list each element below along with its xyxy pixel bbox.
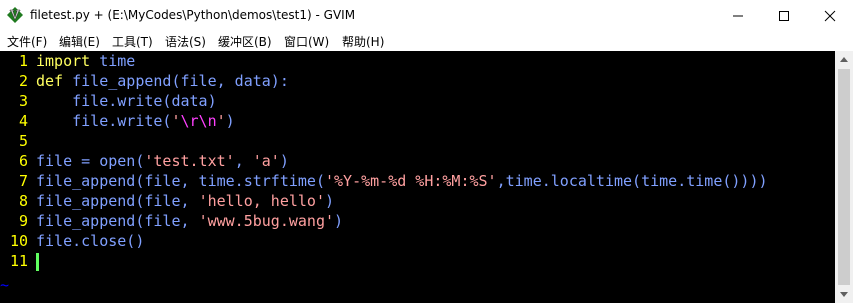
- code-token: ': [216, 112, 226, 130]
- line-number: 8: [18, 192, 28, 210]
- code-token: 'hello, hello': [198, 192, 325, 210]
- code-text: def file_append(file, data):: [36, 71, 289, 91]
- code-token: ): [334, 212, 344, 230]
- code-line[interactable]: 8 file_append(file, 'hello, hello'): [0, 191, 334, 211]
- code-token: ,time.localtime(time.time()))): [496, 172, 768, 190]
- code-text: import time: [36, 51, 135, 71]
- minimize-button[interactable]: [715, 0, 761, 31]
- code-text: file.close(): [36, 231, 144, 251]
- menu-buffers[interactable]: 缓冲区(B): [218, 33, 272, 50]
- close-button[interactable]: [807, 0, 853, 31]
- code-token: file.write(data): [36, 92, 217, 110]
- code-token: file_append(file,: [36, 212, 199, 230]
- code-token: ): [279, 152, 289, 170]
- menu-help[interactable]: 帮助(H): [342, 33, 384, 50]
- code-token: file.close(): [36, 232, 145, 250]
- line-number: 1: [18, 52, 28, 70]
- code-token: import: [36, 52, 91, 70]
- code-token: ': [171, 112, 181, 130]
- line-number: 10: [9, 232, 28, 250]
- editor-text-area[interactable]: 1 import time 2 def file_append(file, data)…: [0, 51, 835, 303]
- code-text: file_append(file, 'hello, hello'): [36, 191, 334, 211]
- code-line[interactable]: 4 file.write('\r\n'): [0, 111, 235, 131]
- line-number: 7: [18, 172, 28, 190]
- code-text: file.write('\r\n'): [36, 111, 235, 131]
- vertical-scrollbar[interactable]: [835, 51, 853, 303]
- code-token: '%Y-%m-%d %H:%M:%S': [324, 172, 497, 190]
- code-token: ): [225, 112, 235, 130]
- scrollbar-thumb[interactable]: [838, 69, 850, 285]
- code-token: \r\n: [180, 112, 217, 130]
- menu-file[interactable]: 文件(F): [7, 33, 47, 50]
- code-token: 'a': [252, 152, 280, 170]
- code-line[interactable]: 7 file_append(file, time.strftime('%Y-%m-…: [0, 171, 768, 191]
- line-number: 3: [18, 92, 28, 110]
- menu-bar: 文件(F) 编辑(E) 工具(T) 语法(S) 缓冲区(B) 窗口(W) 帮助(…: [0, 31, 853, 51]
- code-token: time: [90, 52, 136, 70]
- menu-window[interactable]: 窗口(W): [284, 33, 329, 50]
- line-number: 6: [18, 152, 28, 170]
- title-bar: filetest.py + (E:\MyCodes\Python\demos\t…: [0, 0, 853, 31]
- code-text: [36, 251, 39, 271]
- code-line[interactable]: 1 import time: [0, 51, 135, 71]
- code-token: file.write(: [36, 112, 172, 130]
- line-number: 5: [18, 132, 28, 150]
- code-text: file_append(file, time.strftime('%Y-%m-%…: [36, 171, 768, 191]
- gvim-icon: [7, 7, 23, 23]
- code-text: file.write(data): [36, 91, 217, 111]
- menu-syntax[interactable]: 语法(S): [165, 33, 206, 50]
- window-title: filetest.py + (E:\MyCodes\Python\demos\t…: [30, 8, 356, 22]
- line-number: 4: [18, 112, 28, 130]
- code-line[interactable]: 10 file.close(): [0, 231, 144, 251]
- text-cursor: [36, 252, 39, 271]
- code-line[interactable]: 9 file_append(file, 'www.5bug.wang'): [0, 211, 343, 231]
- code-line[interactable]: 11: [0, 251, 39, 271]
- close-icon: [824, 10, 836, 22]
- code-line[interactable]: 2 def file_append(file, data):: [0, 71, 289, 91]
- minimize-icon: [733, 15, 743, 17]
- scroll-down-arrow-icon[interactable]: [840, 292, 848, 298]
- line-number: 11: [9, 252, 28, 270]
- line-number: 2: [18, 72, 28, 90]
- code-token: 'www.5bug.wang': [198, 212, 335, 230]
- code-token: 'test.txt': [144, 152, 235, 170]
- empty-line-marker: ~: [0, 276, 10, 294]
- scroll-up-arrow-icon[interactable]: [840, 56, 848, 62]
- code-line[interactable]: 6 file = open('test.txt', 'a'): [0, 151, 289, 171]
- code-text: file = open('test.txt', 'a'): [36, 151, 289, 171]
- code-token: file_append(file,: [36, 192, 199, 210]
- code-token: file_append(file, data):: [63, 72, 289, 90]
- maximize-button[interactable]: [761, 0, 807, 31]
- code-token: ,: [234, 152, 253, 170]
- menu-tools[interactable]: 工具(T): [112, 33, 153, 50]
- code-token: ): [325, 192, 335, 210]
- code-token: def: [36, 72, 64, 90]
- code-line[interactable]: 3 file.write(data): [0, 91, 217, 111]
- menu-edit[interactable]: 编辑(E): [59, 33, 100, 50]
- code-token: file = open(: [36, 152, 145, 170]
- code-text: file_append(file, 'www.5bug.wang'): [36, 211, 343, 231]
- maximize-icon: [779, 11, 789, 21]
- line-number: 9: [18, 212, 28, 230]
- code-line[interactable]: 5: [0, 131, 36, 151]
- code-token: file_append(file, time.strftime(: [36, 172, 325, 190]
